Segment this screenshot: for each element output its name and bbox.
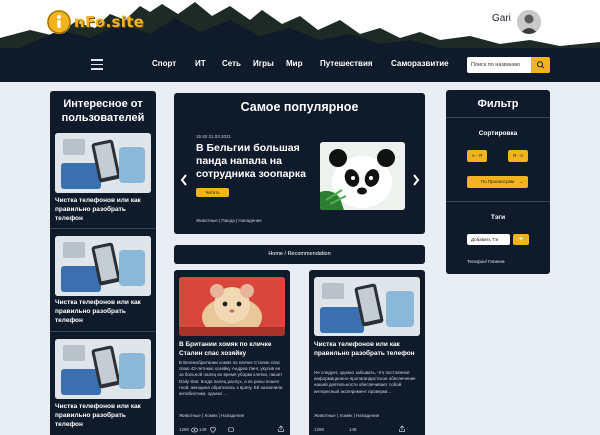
article-image[interactable] <box>320 142 405 210</box>
user-content-column: Интересное от пользователей Чистка телеф… <box>50 91 156 435</box>
card-tags[interactable]: Животные | Хомяк | Нападение <box>314 413 379 418</box>
nav-item-travel[interactable]: Путешествия <box>320 59 373 68</box>
eye-icon <box>191 427 198 433</box>
selected-tags[interactable]: Телефон/ Гигиена <box>467 259 505 264</box>
add-tag-input[interactable]: Добавить Тэг <box>467 234 510 245</box>
user-name[interactable]: Gari <box>492 13 511 24</box>
list-item-title[interactable]: Чистка телефонов или как правильно разоб… <box>55 298 151 325</box>
popular-carousel: Самое популярное 15:40 21.03.2021 В Бель… <box>174 93 425 234</box>
sort-za-button[interactable]: Я - А <box>508 150 528 162</box>
site-logo[interactable]: nFo.site <box>47 10 144 34</box>
nav-item-self-development[interactable]: Саморазвитие <box>391 59 449 68</box>
card-title[interactable]: Чистка телефонов или как правильно разоб… <box>314 340 420 358</box>
nav-item-it[interactable]: ИТ <box>195 59 206 68</box>
read-button[interactable]: Читать <box>196 188 229 197</box>
list-item-title[interactable]: Чистка телефонов или как правильно разоб… <box>55 402 151 429</box>
filter-title: Фильтр <box>477 98 519 110</box>
like-count: 149 <box>349 427 357 432</box>
chevron-down-icon: ⌄ <box>519 179 523 184</box>
sort-by-views-button[interactable]: По Просмотрам ⌄ <box>467 176 528 188</box>
sort-label: Сортировка <box>478 130 518 137</box>
nav-item-network[interactable]: Сеть <box>222 59 241 68</box>
card-tags[interactable]: Животные | Хомяк | Нападение <box>179 413 244 418</box>
article-card[interactable]: В Британии хомяк по кличке Сталин спас х… <box>174 270 290 435</box>
chevron-right-icon[interactable] <box>412 174 420 186</box>
list-item-title[interactable]: Чистка телефонов или как правильно разоб… <box>55 196 151 223</box>
list-item-image[interactable] <box>55 339 151 399</box>
avatar[interactable] <box>517 10 541 34</box>
section-title: Самое популярное <box>240 100 359 114</box>
view-count: 1290 <box>314 427 325 432</box>
share-icon[interactable] <box>399 425 405 432</box>
like-count: 149 <box>199 427 207 432</box>
chevron-left-icon[interactable] <box>180 174 188 186</box>
card-image[interactable] <box>179 277 285 336</box>
view-count: 1290 <box>179 427 190 432</box>
list-item-image[interactable] <box>55 133 151 193</box>
search-button[interactable] <box>531 57 550 73</box>
sort-az-button[interactable]: А - Я <box>467 150 487 162</box>
article-date: 15:40 21.03.2021 <box>196 134 232 139</box>
filter-panel: Фильтр Сортировка А - Я Я - А По Просмот… <box>446 90 550 274</box>
article-tags[interactable]: Животные | Панда | Нападение <box>196 218 262 223</box>
share-icon[interactable] <box>278 425 284 432</box>
article-card[interactable]: Чистка телефонов или как правильно разоб… <box>309 270 425 435</box>
search-icon <box>536 61 545 69</box>
sort-by-views-label: По Просмотрам <box>480 179 515 184</box>
tags-label: Тэги <box>490 214 506 221</box>
card-description: В Великобритании хомяк по кличке Сталин … <box>179 360 283 397</box>
nav-item-sport[interactable]: Спорт <box>152 59 176 68</box>
comment-icon[interactable] <box>228 427 234 433</box>
nav-item-world[interactable]: Мир <box>286 59 302 68</box>
heart-icon[interactable] <box>210 427 216 433</box>
card-description: Не следует, однако забывать, что постоян… <box>314 370 416 394</box>
menu-icon[interactable] <box>91 59 103 70</box>
top-banner: nFo.site Gari <box>0 0 600 48</box>
info-icon <box>47 10 71 34</box>
search-input[interactable]: Поиск по названию <box>467 57 532 73</box>
column-title: Интересное от пользователей <box>61 98 145 124</box>
add-tag-button[interactable]: + <box>513 234 529 245</box>
nav-item-games[interactable]: Игры <box>253 59 274 68</box>
card-image[interactable] <box>314 277 420 336</box>
article-headline[interactable]: В Бельгии большая панда напала на сотруд… <box>196 142 316 181</box>
card-title[interactable]: В Британии хомяк по кличке Сталин спас х… <box>179 340 285 358</box>
breadcrumb[interactable]: Home / Recommendation <box>174 245 425 264</box>
list-item-image[interactable] <box>55 236 151 296</box>
logo-text: nFo.site <box>74 13 145 31</box>
